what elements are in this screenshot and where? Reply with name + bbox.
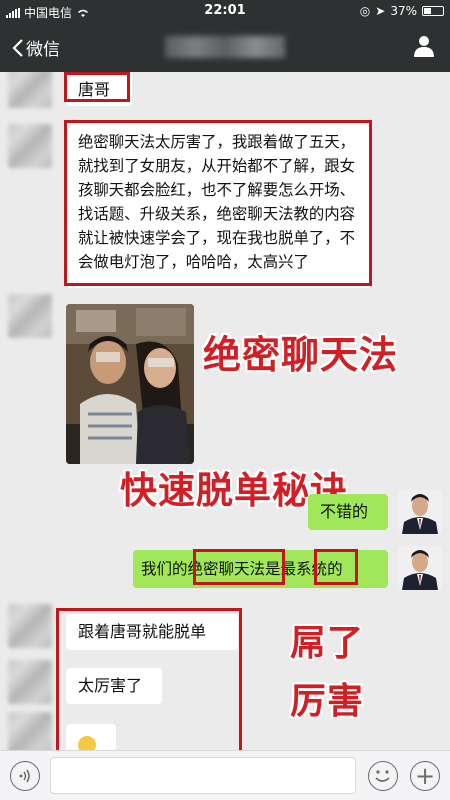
avatar[interactable] bbox=[8, 124, 52, 168]
overlay-text: 屌了 bbox=[290, 623, 365, 664]
chat-title-blurred bbox=[165, 36, 285, 58]
couple-photo bbox=[66, 304, 194, 464]
battery-icon bbox=[422, 6, 444, 16]
profile-photo bbox=[398, 490, 442, 534]
location-icon: ➤ bbox=[375, 4, 386, 18]
highlight-box bbox=[314, 549, 358, 585]
overlay-text: 厉害 bbox=[290, 681, 365, 722]
photo-message[interactable] bbox=[66, 304, 194, 464]
message-text-part: 我们的 bbox=[141, 560, 188, 578]
avatar[interactable] bbox=[8, 294, 52, 338]
avatar[interactable] bbox=[8, 660, 52, 704]
chat-info-button[interactable] bbox=[412, 34, 436, 62]
person-icon bbox=[414, 36, 434, 57]
plus-button[interactable]: + bbox=[410, 761, 440, 791]
back-label: 微信 bbox=[26, 40, 60, 60]
plus-icon: + bbox=[414, 762, 436, 790]
highlight-box bbox=[193, 549, 285, 585]
smiley-icon bbox=[375, 770, 390, 782]
battery-percent: 37% bbox=[390, 4, 417, 18]
chevron-left-icon bbox=[12, 38, 23, 57]
message-input[interactable] bbox=[50, 757, 356, 794]
message-bubble[interactable]: 不错的 bbox=[308, 494, 388, 530]
highlight-box bbox=[64, 72, 130, 102]
voice-icon bbox=[19, 769, 30, 783]
rotation-lock-icon: ◎ bbox=[359, 4, 371, 18]
avatar[interactable] bbox=[8, 604, 52, 648]
back-button[interactable]: 微信 bbox=[12, 35, 60, 60]
highlight-box bbox=[64, 120, 372, 286]
overlay-title: 绝密聊天法 bbox=[203, 333, 399, 377]
highlight-box bbox=[56, 608, 242, 750]
avatar[interactable] bbox=[8, 72, 52, 108]
chat-area[interactable]: 唐哥 绝密聊天法太厉害了，我跟着做了五天，就找到了女朋友，从开始都不了解，跟女孩… bbox=[0, 72, 450, 750]
emoji-button[interactable] bbox=[368, 761, 398, 791]
status-bar: 中国电信 22:01 ◎ ➤ 37% bbox=[0, 0, 450, 22]
profile-photo bbox=[398, 546, 442, 590]
message-text: 不错的 bbox=[320, 502, 369, 521]
voice-button[interactable] bbox=[10, 761, 40, 791]
input-bar: + bbox=[0, 750, 450, 800]
avatar[interactable] bbox=[398, 490, 442, 534]
avatar[interactable] bbox=[8, 712, 52, 750]
nav-bar: 微信 bbox=[0, 22, 450, 72]
avatar[interactable] bbox=[398, 546, 442, 590]
